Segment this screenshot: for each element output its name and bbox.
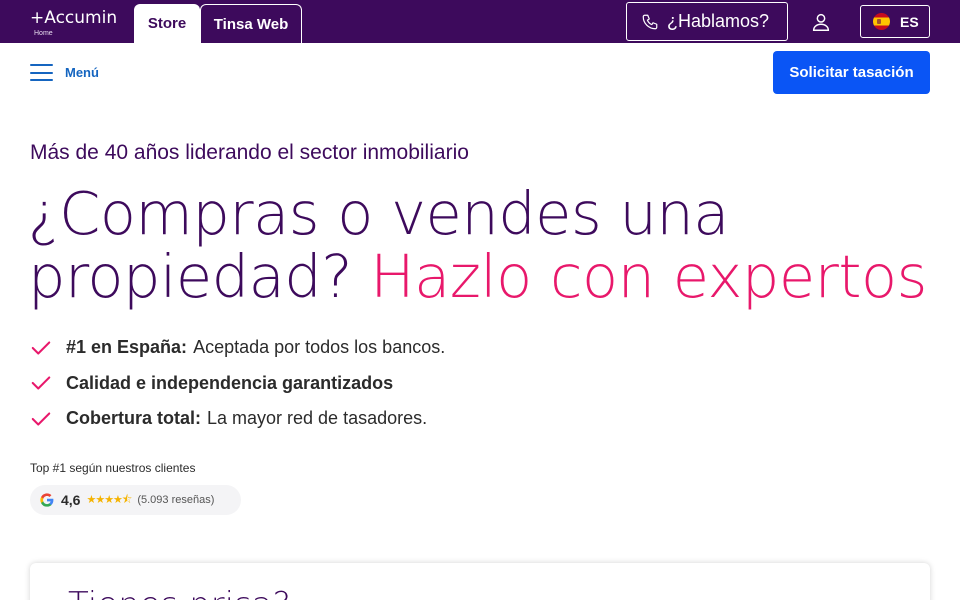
benefit-text: Aceptada por todos los bancos. (193, 337, 446, 358)
benefit-bold: #1 en España: (66, 337, 188, 358)
rating-label: Top #1 según nuestros clientes (30, 461, 196, 475)
headline-line2: propiedad? (28, 242, 353, 311)
check-icon (31, 376, 51, 390)
rating-score: 4,6 (61, 492, 81, 508)
language-selector[interactable]: ES (860, 5, 930, 38)
check-icon (31, 341, 51, 355)
contact-button[interactable]: ¿Hablamos? (626, 2, 788, 41)
tab-tinsa-web[interactable]: Tinsa Web (200, 4, 302, 43)
headline-line1: ¿Compras o vendes una (28, 179, 729, 248)
google-rating-badge[interactable]: 4,6 ★★★★⯪ (5.093 reseñas) (30, 485, 241, 515)
tab-tinsa-web-label: Tinsa Web (213, 15, 289, 33)
hero-headline: ¿Compras o vendes una propiedad? Hazlo c… (28, 182, 928, 308)
contact-label: ¿Hablamos? (667, 11, 770, 31)
check-icon (31, 412, 51, 426)
language-code: ES (900, 13, 919, 30)
quick-card: Tienes prisa? (30, 563, 930, 600)
menu-toggle[interactable]: Menú (30, 64, 99, 81)
spain-flag-icon (873, 13, 890, 30)
list-item: Cobertura total: La mayor red de tasador… (30, 401, 445, 437)
phone-icon (642, 14, 658, 29)
star-rating-icon: ★★★★⯪ (86, 493, 132, 506)
list-item: Calidad e independencia garantizados (30, 366, 445, 402)
headline-accent: Hazlo con expertos (370, 242, 927, 311)
review-count: (5.093 reseñas) (137, 494, 215, 506)
tab-store[interactable]: Store (134, 4, 200, 43)
logo-subtitle: Home (34, 30, 53, 37)
tab-store-label: Store (147, 15, 187, 32)
benefit-bold: Calidad e independencia garantizados (66, 372, 394, 393)
user-icon[interactable] (810, 11, 832, 33)
top-bar: +Accumin Home Store Tinsa Web ¿Hablamos?… (0, 0, 960, 43)
card-title: Tienes prisa? (68, 585, 291, 600)
request-valuation-button[interactable]: Solicitar tasación (773, 51, 930, 94)
google-icon (40, 493, 54, 507)
benefit-text: La mayor red de tasadores. (207, 408, 428, 429)
logo-text: +Accumin (30, 8, 118, 28)
menu-label: Menú (65, 65, 99, 80)
hamburger-icon (30, 64, 53, 81)
brand-logo[interactable]: +Accumin Home (30, 8, 118, 37)
hero-eyebrow: Más de 40 años liderando el sector inmob… (30, 141, 469, 164)
list-item: #1 en España: Aceptada por todos los ban… (30, 330, 445, 366)
benefits-list: #1 en España: Aceptada por todos los ban… (30, 330, 445, 437)
benefit-bold: Cobertura total: (66, 408, 201, 429)
